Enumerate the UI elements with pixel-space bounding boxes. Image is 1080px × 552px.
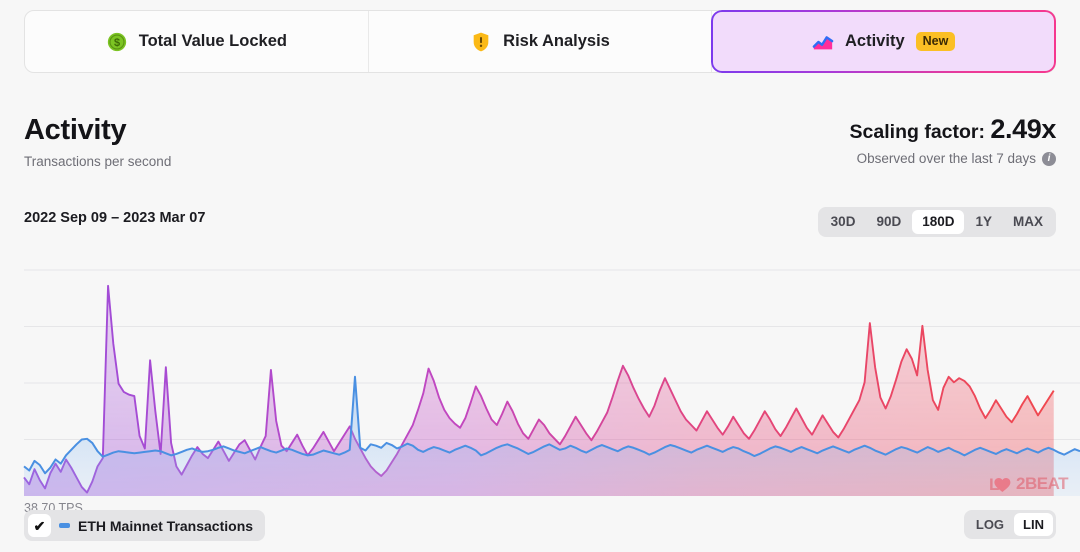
chart-footer: ✔ ETH Mainnet Transactions LOG LIN — [24, 510, 1056, 542]
observed-note: Observed over the last 7 days i — [850, 151, 1056, 166]
activity-chart-icon — [812, 31, 834, 53]
tab-activity[interactable]: Activity New — [712, 11, 1055, 72]
range-option-30d[interactable]: 30D — [821, 210, 866, 234]
legend-checkbox[interactable]: ✔ — [28, 514, 51, 537]
scale-option-log[interactable]: LOG — [967, 513, 1013, 536]
legend-label: ETH Mainnet Transactions — [78, 518, 253, 534]
tab-label: Risk Analysis — [503, 32, 610, 51]
shield-warning-icon — [470, 31, 492, 53]
tab-risk-analysis[interactable]: Risk Analysis — [369, 11, 713, 72]
scaling-factor: Scaling factor: 2.49x — [850, 114, 1056, 145]
svg-text:$: $ — [114, 37, 120, 49]
time-range-selector: 30D 90D 180D 1Y MAX — [818, 207, 1056, 237]
scale-toggle: LOG LIN — [964, 510, 1056, 539]
legend-eth-mainnet-transactions[interactable]: ✔ ETH Mainnet Transactions — [24, 510, 265, 541]
activity-chart[interactable]: 38.70 TPS 30.50 TPS 22.30 TPS 14.10 TPS … — [0, 248, 1080, 500]
scaling-factor-block: Scaling factor: 2.49x Observed over the … — [850, 114, 1056, 166]
range-option-1y[interactable]: 1Y — [965, 210, 1002, 234]
range-option-max[interactable]: MAX — [1003, 210, 1053, 234]
legend-color-swatch — [59, 523, 70, 528]
observed-text: Observed over the last 7 days — [857, 151, 1036, 166]
tab-bar: $ Total Value Locked Risk Analysis Activ… — [24, 10, 1056, 73]
chart-canvas — [0, 248, 1080, 500]
dollar-coin-icon: $ — [106, 31, 128, 53]
info-icon[interactable]: i — [1042, 152, 1056, 166]
range-row: 2022 Sep 09 – 2023 Mar 07 30D 90D 180D 1… — [24, 210, 1056, 240]
range-option-90d[interactable]: 90D — [866, 210, 911, 234]
activity-page: $ Total Value Locked Risk Analysis Activ… — [0, 0, 1080, 552]
scaling-factor-value: 2.49x — [990, 114, 1056, 144]
page-header: Activity Transactions per second Scaling… — [24, 114, 1056, 176]
tab-total-value-locked[interactable]: $ Total Value Locked — [25, 11, 369, 72]
tab-new-badge: New — [916, 32, 956, 52]
tab-label: Total Value Locked — [139, 32, 287, 51]
scale-option-lin[interactable]: LIN — [1014, 513, 1053, 536]
range-option-180d[interactable]: 180D — [912, 210, 964, 234]
scaling-factor-label: Scaling factor: — [850, 121, 985, 143]
tab-label: Activity — [845, 32, 905, 51]
